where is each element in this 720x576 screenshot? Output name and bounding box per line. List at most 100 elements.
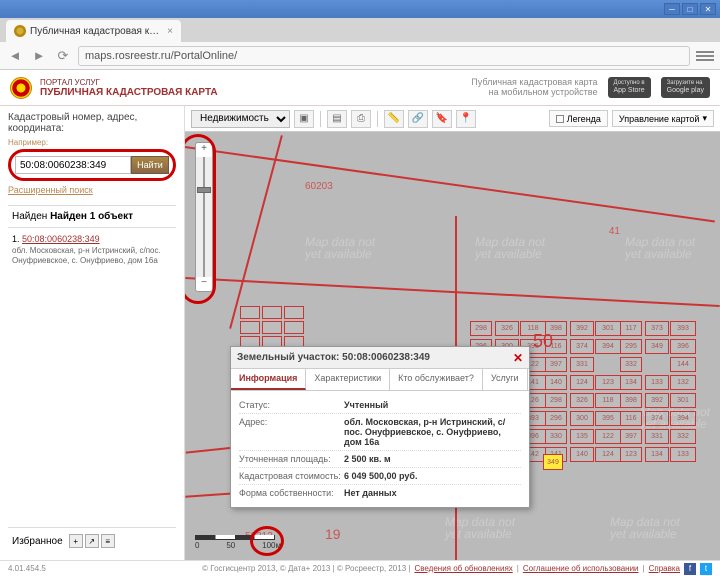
parcel[interactable]: 396 bbox=[670, 339, 696, 354]
cadastral-search-input[interactable] bbox=[15, 156, 131, 174]
parcel[interactable] bbox=[240, 306, 260, 319]
tab-close-icon[interactable]: × bbox=[167, 26, 173, 37]
parcel[interactable]: 118 bbox=[595, 393, 621, 408]
parcel[interactable]: 124 bbox=[570, 375, 594, 390]
zoom-in-button[interactable]: + bbox=[196, 143, 212, 157]
parcel[interactable]: 300 bbox=[570, 411, 594, 426]
tool-print-icon[interactable]: ⎙ bbox=[351, 110, 371, 128]
parcel[interactable]: 123 bbox=[620, 447, 642, 462]
parcel[interactable]: 394 bbox=[595, 339, 621, 354]
parcel[interactable]: 134 bbox=[645, 447, 669, 462]
parcel[interactable]: 374 bbox=[570, 339, 594, 354]
updates-link[interactable]: Сведения об обновлениях bbox=[414, 564, 512, 573]
parcel[interactable]: 392 bbox=[570, 321, 594, 336]
result-link[interactable]: 50:08:0060238:349 bbox=[22, 234, 100, 244]
parcel[interactable]: 326 bbox=[570, 393, 594, 408]
parcel[interactable]: 395 bbox=[595, 411, 621, 426]
tool-layers-icon[interactable]: ▤ bbox=[327, 110, 347, 128]
parcel[interactable]: 301 bbox=[670, 393, 696, 408]
tool-measure-icon[interactable]: 📏 bbox=[384, 110, 404, 128]
zoom-slider[interactable] bbox=[196, 157, 212, 277]
parcel[interactable]: 373 bbox=[645, 321, 669, 336]
parcel[interactable]: 298 bbox=[545, 393, 567, 408]
fav-add-icon[interactable]: + bbox=[69, 534, 83, 548]
legend-button[interactable]: Легенда bbox=[549, 110, 608, 127]
parcel[interactable]: 133 bbox=[645, 375, 669, 390]
googleplay-button[interactable]: Загрузите наGoogle play bbox=[661, 77, 710, 97]
tab-info[interactable]: Информация bbox=[231, 369, 306, 390]
parcel[interactable]: 116 bbox=[620, 411, 642, 426]
parcel[interactable]: 393 bbox=[670, 321, 696, 336]
zoom-out-button[interactable]: − bbox=[196, 277, 212, 291]
layer-select[interactable]: Недвижимость bbox=[191, 110, 290, 128]
parcel[interactable]: 394 bbox=[670, 411, 696, 426]
parcel[interactable]: 122 bbox=[595, 429, 621, 444]
reload-button[interactable]: ⟳ bbox=[54, 47, 72, 65]
tool-pointer[interactable]: ▣ bbox=[294, 110, 314, 128]
tab-service[interactable]: Кто обслуживает? bbox=[390, 369, 483, 390]
twitter-icon[interactable]: t bbox=[700, 563, 712, 575]
result-description: обл. Московская, р-н Истринский, с/пос. … bbox=[12, 246, 172, 267]
parcel[interactable] bbox=[284, 321, 304, 334]
parcel[interactable]: 397 bbox=[545, 357, 567, 372]
fav-list-icon[interactable]: ≡ bbox=[101, 534, 115, 548]
selected-parcel[interactable]: 349 bbox=[543, 454, 563, 470]
tool-marker-icon[interactable]: 📍 bbox=[456, 110, 476, 128]
map-toolbar: Недвижимость ▣ ▤ ⎙ 📏 🔗 🔖 📍 Легенда Управ… bbox=[185, 106, 720, 132]
parcel[interactable]: 124 bbox=[595, 447, 621, 462]
address-bar[interactable]: maps.rosreestr.ru/PortalOnline/ bbox=[78, 46, 690, 66]
search-result-item[interactable]: 1. 50:08:0060238:349 обл. Московская, р-… bbox=[8, 228, 176, 273]
parcel[interactable]: 397 bbox=[620, 429, 642, 444]
advanced-search-link[interactable]: Расширенный поиск bbox=[8, 185, 176, 195]
parcel[interactable]: 298 bbox=[470, 321, 492, 336]
parcel[interactable] bbox=[240, 321, 260, 334]
popup-close-button[interactable]: ✕ bbox=[513, 351, 523, 365]
parcel[interactable]: 135 bbox=[570, 429, 594, 444]
parcel[interactable]: 326 bbox=[495, 321, 519, 336]
tool-bookmark-icon[interactable]: 🔖 bbox=[432, 110, 452, 128]
parcel[interactable]: 301 bbox=[595, 321, 621, 336]
map-area[interactable]: Недвижимость ▣ ▤ ⎙ 📏 🔗 🔖 📍 Легенда Управ… bbox=[185, 106, 720, 560]
parcel[interactable]: 295 bbox=[620, 339, 642, 354]
agreement-link[interactable]: Соглашение об использовании bbox=[523, 564, 639, 573]
parcel[interactable]: 134 bbox=[620, 375, 642, 390]
zoom-handle[interactable] bbox=[197, 187, 211, 193]
parcel[interactable]: 374 bbox=[645, 411, 669, 426]
parcel[interactable] bbox=[262, 306, 282, 319]
browser-tab[interactable]: Публичная кадастровая к… × bbox=[6, 20, 181, 42]
parcel[interactable]: 392 bbox=[645, 393, 669, 408]
parcel[interactable]: 398 bbox=[620, 393, 642, 408]
parcel[interactable] bbox=[284, 306, 304, 319]
parcel[interactable]: 330 bbox=[545, 429, 567, 444]
parcel[interactable]: 332 bbox=[620, 357, 642, 372]
help-link[interactable]: Справка bbox=[649, 564, 680, 573]
parcel[interactable]: 332 bbox=[670, 429, 696, 444]
parcel[interactable]: 144 bbox=[670, 357, 696, 372]
browser-menu-button[interactable] bbox=[696, 47, 714, 65]
parcel[interactable]: 140 bbox=[570, 447, 594, 462]
manage-map-button[interactable]: Управление картой ▾ bbox=[612, 110, 714, 127]
parcel[interactable]: 331 bbox=[645, 429, 669, 444]
facebook-icon[interactable]: f bbox=[684, 563, 696, 575]
fav-export-icon[interactable]: ↗ bbox=[85, 534, 99, 548]
tab-services[interactable]: Услуги bbox=[483, 369, 528, 390]
parcel[interactable]: 133 bbox=[670, 447, 696, 462]
appstore-button[interactable]: Доступно вApp Store bbox=[608, 77, 651, 97]
minimize-button[interactable]: ─ bbox=[664, 3, 680, 15]
close-window-button[interactable]: ✕ bbox=[700, 3, 716, 15]
parcel[interactable] bbox=[262, 321, 282, 334]
parcel[interactable]: 296 bbox=[545, 411, 567, 426]
tab-characteristics[interactable]: Характеристики bbox=[306, 369, 390, 390]
parcel[interactable]: 132 bbox=[670, 375, 696, 390]
parcel[interactable]: 349 bbox=[645, 339, 669, 354]
search-button[interactable]: Найти bbox=[131, 156, 169, 174]
back-button[interactable]: ◄ bbox=[6, 47, 24, 65]
parcel[interactable]: 117 bbox=[620, 321, 642, 336]
tool-link-icon[interactable]: 🔗 bbox=[408, 110, 428, 128]
parcel[interactable]: 140 bbox=[545, 375, 567, 390]
nodata-label: Map data not yet available bbox=[305, 236, 375, 260]
parcel[interactable]: 123 bbox=[595, 375, 621, 390]
forward-button[interactable]: ► bbox=[30, 47, 48, 65]
parcel[interactable]: 331 bbox=[570, 357, 594, 372]
maximize-button[interactable]: □ bbox=[682, 3, 698, 15]
